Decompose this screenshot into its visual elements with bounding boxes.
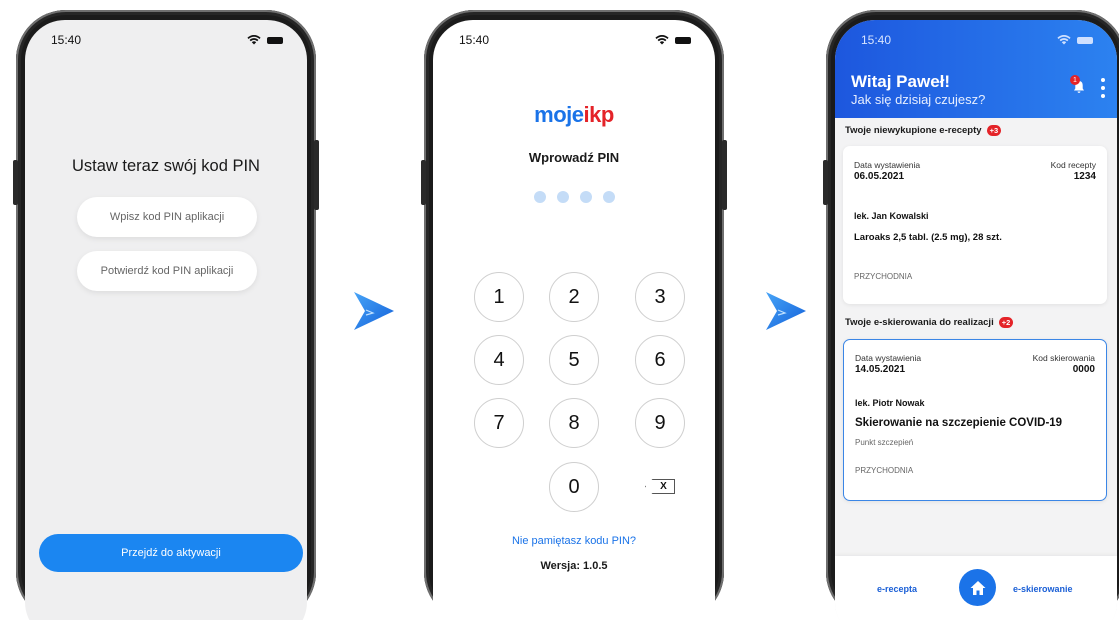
doctor-name: lek. Jan Kowalski: [854, 211, 929, 221]
nav-e-recepta[interactable]: e-recepta: [877, 584, 917, 594]
nav-e-skierowanie[interactable]: e-skierowanie: [1013, 584, 1073, 594]
doctor-name: lek. Piotr Nowak: [855, 398, 925, 408]
pin-dot: [556, 191, 569, 203]
prescriptions-section-title: Twoje niewykupione e-recepty +3: [845, 125, 1002, 136]
volume-button: [421, 160, 426, 205]
forgot-pin-link[interactable]: Nie pamiętasz kodu PIN?: [433, 535, 715, 547]
power-button: [722, 140, 727, 210]
pin-dot: [602, 191, 615, 203]
greeting: Witaj Paweł!: [851, 72, 951, 91]
status-time: 15:40: [459, 33, 490, 47]
home-icon: [970, 580, 985, 595]
bottom-nav: e-recepta e-skierowanie: [835, 556, 1117, 620]
page-title: Ustaw teraz swój kod PIN: [72, 157, 260, 175]
referral-name: Skierowanie na szczepienie COVID-19: [855, 417, 1063, 429]
prescription-card[interactable]: Data wystawienia 06.05.2021 Kod recepty …: [843, 146, 1107, 304]
screen: 15:40 Ustaw teraz swój kod PIN Wpisz kod…: [25, 20, 307, 620]
volume-button: [13, 160, 18, 205]
arrow-right-icon: [766, 292, 806, 330]
issue-date-label: Data wystawienia: [855, 353, 922, 363]
key-8[interactable]: 8: [549, 398, 599, 448]
battery-icon: [1077, 36, 1093, 44]
wifi-icon: [247, 35, 261, 45]
greeting-subtitle: Jak się dzisiaj czujesz?: [851, 92, 986, 107]
screen: 15:40 mojeikp Wprowadź PIN 1 2 3 4 5 6 7…: [433, 20, 715, 620]
app-version: Wersja: 1.0.5: [540, 560, 608, 572]
medicine-name: Laroaks 2,5 tabl. (2.5 mg), 28 szt.: [854, 232, 1002, 243]
phone-enter-pin: 15:40 mojeikp Wprowadź PIN 1 2 3 4 5 6 7…: [421, 10, 727, 620]
facility-name: PRZYCHODNIA: [855, 466, 914, 475]
referrals-section-title: Twoje e-skierowania do realizacji +2: [845, 317, 1014, 328]
battery-icon: [267, 36, 283, 44]
power-button: [314, 140, 319, 210]
volume-button: [823, 160, 828, 205]
prescription-code: 1234: [1073, 171, 1096, 182]
key-9[interactable]: 9: [635, 398, 685, 448]
more-menu-icon[interactable]: [1101, 78, 1105, 98]
key-1[interactable]: 1: [474, 272, 524, 322]
backspace-key[interactable]: X: [645, 479, 675, 494]
referral-card[interactable]: Data wystawienia 14.05.2021 Kod skierowa…: [843, 339, 1107, 501]
referral-place: Punkt szczepień: [855, 438, 914, 447]
page-title: Wprowadź PIN: [528, 150, 620, 165]
issue-date: 06.05.2021: [854, 171, 905, 182]
key-6[interactable]: 6: [635, 335, 685, 385]
status-time: 15:40: [51, 33, 82, 47]
key-3[interactable]: 3: [635, 272, 685, 322]
key-7[interactable]: 7: [474, 398, 524, 448]
status-bar: 15:40: [433, 20, 715, 60]
wifi-icon: [655, 35, 669, 45]
home-button[interactable]: [959, 569, 996, 606]
code-label: Kod recepty: [1050, 160, 1096, 170]
code-label: Kod skierowania: [1032, 353, 1095, 363]
pin-input[interactable]: Wpisz kod PIN aplikacji: [77, 197, 257, 237]
activate-button[interactable]: Przejdź do aktywacji: [39, 534, 303, 572]
issue-date: 14.05.2021: [855, 364, 906, 375]
wifi-icon: [1057, 35, 1071, 45]
referral-code: 0000: [1072, 364, 1095, 375]
notification-badge: 1: [1070, 75, 1080, 85]
status-bar: 15:40: [835, 20, 1117, 60]
phone-dashboard: 15:40 Witaj Paweł! Jak się dzisiaj czuje…: [823, 10, 1119, 620]
pin-indicator: [433, 191, 715, 203]
prescriptions-count-badge: +3: [986, 125, 1002, 136]
key-4[interactable]: 4: [474, 335, 524, 385]
issue-date-label: Data wystawienia: [854, 160, 921, 170]
screen: 15:40 Witaj Paweł! Jak się dzisiaj czuje…: [835, 20, 1117, 620]
referrals-count-badge: +2: [998, 317, 1014, 328]
phone-set-pin: 15:40 Ustaw teraz swój kod PIN Wpisz kod…: [13, 10, 319, 620]
key-2[interactable]: 2: [549, 272, 599, 322]
key-0[interactable]: 0: [549, 462, 599, 512]
battery-icon: [675, 36, 691, 44]
status-bar: 15:40: [25, 20, 307, 60]
app-logo: mojeikp: [534, 102, 614, 127]
status-time: 15:40: [861, 33, 892, 47]
pin-dot: [533, 191, 546, 203]
arrow-right-icon: [354, 292, 394, 330]
confirm-pin-input[interactable]: Potwierdź kod PIN aplikacji: [77, 251, 257, 291]
key-5[interactable]: 5: [549, 335, 599, 385]
pin-dot: [579, 191, 592, 203]
facility-name: PRZYCHODNIA: [854, 272, 913, 281]
